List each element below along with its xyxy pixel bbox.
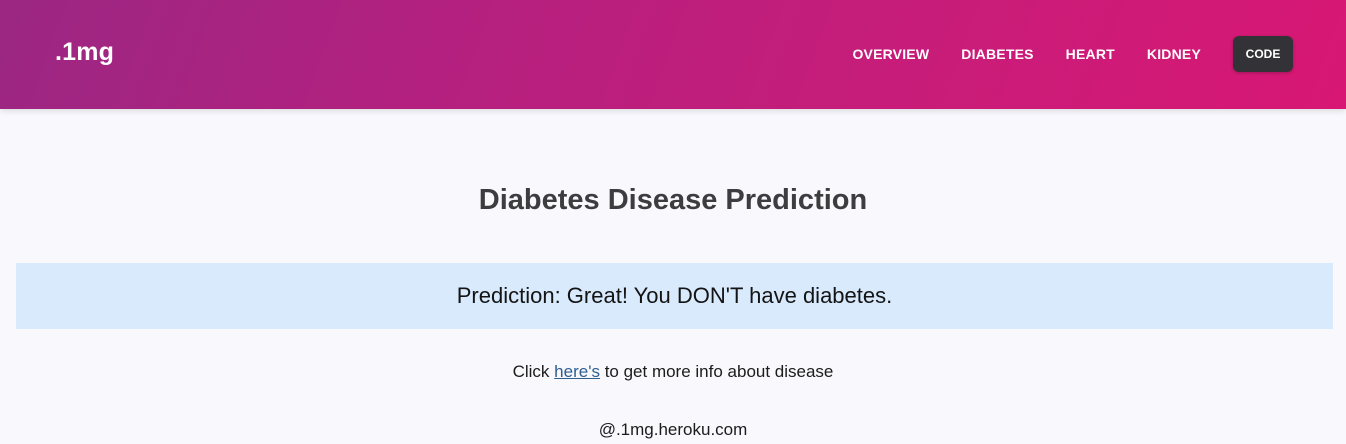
info-suffix: to get more info about disease <box>604 362 834 381</box>
prediction-text: Prediction: Great! You DON'T have diabet… <box>456 283 893 308</box>
nav-link-kidney[interactable]: KIDNEY <box>1147 46 1201 62</box>
nav-link-diabetes[interactable]: DIABETES <box>961 46 1033 62</box>
more-info-link[interactable]: here's <box>554 362 600 381</box>
footer-text: @.1mg.heroku.com <box>598 420 748 439</box>
navbar: .1mg OVERVIEW DIABETES HEART KIDNEY CODE <box>0 0 1346 109</box>
brand-logo[interactable]: .1mg <box>55 38 114 67</box>
info-prefix: Click <box>512 362 550 381</box>
nav-link-heart[interactable]: HEART <box>1066 46 1115 62</box>
prediction-alert: Prediction: Great! You DON'T have diabet… <box>16 263 1333 329</box>
nav-menu: OVERVIEW DIABETES HEART KIDNEY CODE <box>852 36 1293 72</box>
nav-link-overview[interactable]: OVERVIEW <box>852 46 929 62</box>
info-line: Click here's to get more info about dise… <box>0 362 1346 382</box>
code-button[interactable]: CODE <box>1233 36 1293 72</box>
page-title: Diabetes Disease Prediction <box>478 184 868 216</box>
